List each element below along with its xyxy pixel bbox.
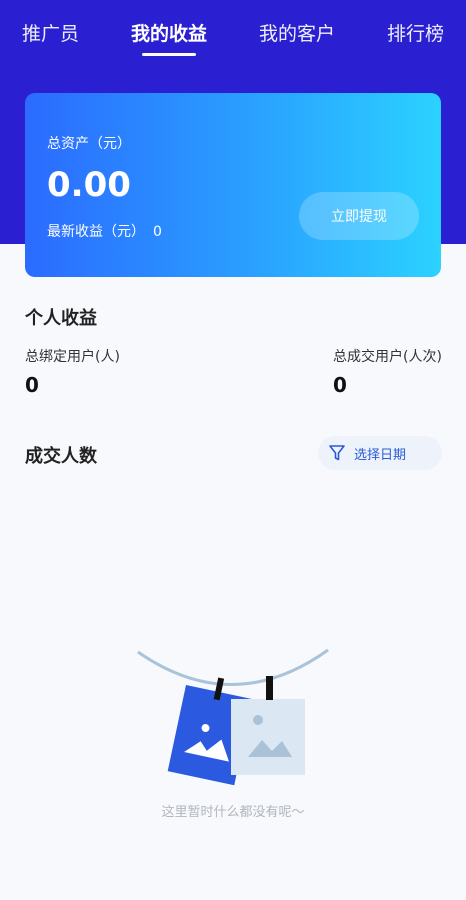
tab-label: 我的客户: [258, 22, 335, 45]
tab-my-customers[interactable]: 我的客户: [259, 19, 335, 46]
total-assets-label: 总资产（元）: [47, 136, 131, 152]
empty-state-illustration: [137, 648, 329, 786]
select-date-button[interactable]: 选择日期: [318, 436, 442, 470]
bound-users-value: 0: [25, 373, 39, 397]
assets-card: 总资产（元） 0.00 最新收益（元） 0 立即提现: [25, 93, 441, 277]
filter-icon: [329, 445, 345, 461]
tab-label: 推广员: [22, 22, 80, 45]
tab-promoter[interactable]: 推广员: [22, 19, 79, 46]
deal-users-value: 0: [333, 373, 347, 397]
select-date-label: 选择日期: [354, 447, 407, 463]
withdraw-button[interactable]: 立即提现: [299, 192, 419, 240]
tab-leaderboard[interactable]: 排行榜: [387, 19, 444, 46]
tab-my-earnings[interactable]: 我的收益: [130, 19, 207, 56]
top-tabs: 推广员 我的收益 我的客户 排行榜: [0, 0, 466, 64]
empty-state-message: 这里暂时什么都没有呢～: [161, 805, 305, 820]
recent-earnings-value: 0: [153, 224, 162, 240]
tab-label: 排行榜: [386, 22, 444, 45]
recent-earnings-label: 最新收益（元）: [47, 224, 145, 240]
bound-users-label: 总绑定用户(人): [25, 349, 120, 365]
deal-users-label: 总成交用户(人次): [333, 349, 442, 365]
deal-count-title: 成交人数: [25, 446, 97, 467]
active-tab-indicator: [141, 52, 196, 56]
total-assets-amount: 0.00: [47, 165, 131, 205]
personal-earnings-title: 个人收益: [25, 308, 97, 329]
tab-label: 我的收益: [130, 22, 207, 45]
recent-earnings: 最新收益（元） 0: [47, 221, 162, 241]
